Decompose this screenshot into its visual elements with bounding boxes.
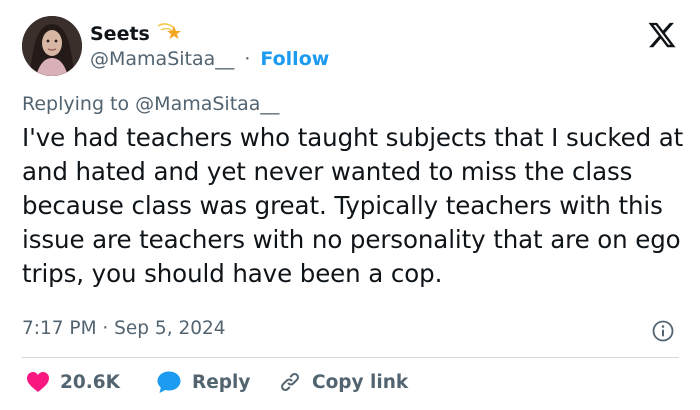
like-button[interactable]: 20.6K bbox=[26, 369, 120, 395]
separator-dot: · bbox=[244, 48, 251, 70]
shooting-star-icon bbox=[157, 20, 183, 47]
divider bbox=[22, 357, 679, 358]
heart-icon bbox=[26, 371, 50, 393]
copy-link-button[interactable]: Copy link bbox=[278, 369, 408, 395]
tweet-text: I've had teachers who taught subjects th… bbox=[22, 123, 684, 288]
replying-to: Replying to @MamaSitaa__ bbox=[22, 93, 279, 115]
timestamp[interactable]: 7:17 PM · Sep 5, 2024 bbox=[22, 318, 226, 339]
info-icon[interactable] bbox=[651, 319, 675, 343]
author-name-text: Seets bbox=[90, 23, 150, 45]
link-icon bbox=[278, 370, 302, 394]
author-name[interactable]: Seets bbox=[90, 20, 183, 47]
speech-bubble-icon bbox=[156, 370, 182, 394]
reply-label: Reply bbox=[192, 371, 251, 393]
copy-link-label: Copy link bbox=[312, 371, 409, 393]
replying-to-mention[interactable]: @MamaSitaa__ bbox=[135, 93, 279, 115]
x-logo-icon[interactable] bbox=[647, 20, 677, 50]
author-handle[interactable]: @MamaSitaa__ bbox=[90, 48, 234, 70]
handle-row: @MamaSitaa__ · Follow bbox=[90, 48, 329, 70]
avatar[interactable] bbox=[22, 16, 82, 76]
replying-to-prefix: Replying to bbox=[22, 93, 130, 115]
like-count: 20.6K bbox=[60, 371, 120, 393]
tweet-card: Seets @MamaSitaa__ · Follow Replying to … bbox=[0, 0, 700, 410]
reply-button[interactable]: Reply bbox=[156, 369, 250, 395]
follow-button[interactable]: Follow bbox=[260, 48, 329, 70]
